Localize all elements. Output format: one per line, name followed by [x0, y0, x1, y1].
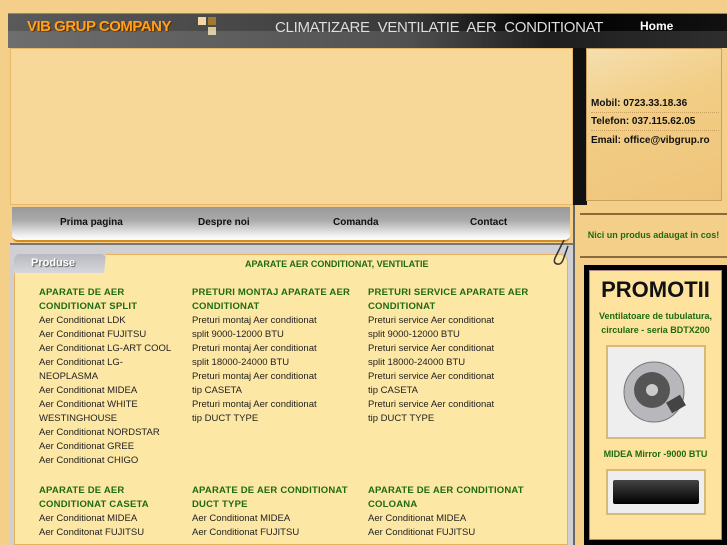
section-caseta: APARATE DE AER CONDITIONAT CASETA Aer Co… [39, 484, 194, 540]
fan-product-image[interactable] [605, 345, 706, 439]
section-coloana: APARATE DE AER CONDITIONAT COLOANA Aer C… [368, 484, 528, 540]
product-link[interactable]: Aer Conditionat FUJITSU [368, 526, 528, 540]
product-link[interactable]: Aer Conditionat MIDEA [39, 384, 191, 398]
home-link[interactable]: Home [640, 19, 673, 33]
product-link[interactable]: Preturi montaj Aer conditionat tip DUCT … [192, 398, 322, 426]
ac-product-image[interactable] [605, 469, 706, 515]
product-link[interactable]: Preturi service Aer conditionat tip CASE… [368, 370, 498, 398]
panel-title: APARATE AER CONDITIONAT, VENTILATIE [245, 259, 429, 269]
product-link[interactable]: Preturi montaj Aer conditionat split 180… [192, 342, 322, 370]
product-link[interactable]: Preturi montaj Aer conditionat tip CASET… [192, 370, 322, 398]
product-link[interactable]: Aer Conditionat MIDEA [368, 512, 528, 526]
main-nav: Prima pagina Despre noi Comanda Contact [12, 207, 570, 242]
product-link[interactable]: Aer Conditionat FUJITSU [39, 328, 191, 342]
logo[interactable]: VIB GRUP COMPANY [27, 18, 171, 35]
contact-telefon: Telefon: 037.115.62.05 [591, 116, 719, 131]
ac-unit-icon [612, 480, 699, 504]
fan-icon [623, 361, 686, 423]
promo-box: PROMOTII Ventilatoare de tubulatura, cir… [584, 265, 727, 545]
product-link[interactable]: Aer Conditionat WHITE WESTINGHOUSE [39, 398, 149, 426]
section-duct: APARATE DE AER CONDITIONAT DUCT TYPE Aer… [192, 484, 352, 540]
section-heading[interactable]: PRETURI SERVICE APARATE AER CONDITIONAT [368, 286, 533, 314]
section-split: APARATE DE AER CONDITIONAT SPLIT Aer Con… [39, 286, 191, 468]
section-montaj: PRETURI MONTAJ APARATE AER CONDITIONAT P… [192, 286, 352, 426]
nav-comanda[interactable]: Comanda [333, 217, 379, 228]
product-link[interactable]: Aer Conditionat LG-NEOPLASMA [39, 356, 149, 384]
section-heading[interactable]: APARATE DE AER CONDITIONAT CASETA [39, 484, 194, 512]
product-link[interactable]: Aer Conditionat MIDEA [39, 512, 194, 526]
product-link[interactable]: Aer Conditionat CHIGO [39, 454, 191, 468]
product-link[interactable]: Aer Conditionat MIDEA [192, 512, 352, 526]
promo-item-1[interactable]: Ventilatoare de tubulatura, circulare - … [598, 309, 713, 337]
contact-email[interactable]: Email: office@vibgrup.ro [591, 135, 719, 149]
product-link[interactable]: Aer Conditionat LDK [39, 314, 191, 328]
nav-contact[interactable]: Contact [470, 217, 507, 228]
products-tab[interactable]: Produse [14, 254, 106, 274]
product-link[interactable]: Preturi service Aer conditionat split 18… [368, 342, 498, 370]
section-heading[interactable]: PRETURI MONTAJ APARATE AER CONDITIONAT [192, 286, 352, 314]
cart-status: Nici un produs adaugat in cos! [580, 213, 727, 258]
section-heading[interactable]: APARATE DE AER CONDITIONAT COLOANA [368, 484, 528, 512]
banner [10, 48, 573, 205]
logo-squares-icon [198, 17, 222, 37]
nav-prima-pagina[interactable]: Prima pagina [60, 217, 123, 228]
tagline: CLIMATIZARE VENTILATIE AER CONDITIONAT [275, 19, 604, 36]
product-link[interactable]: Preturi service Aer conditionat tip DUCT… [368, 398, 498, 426]
product-link[interactable]: Preturi service Aer conditionat split 90… [368, 314, 498, 342]
product-link[interactable]: Aer Conditonat FUJITSU [39, 526, 194, 540]
paperclip-icon [553, 239, 569, 265]
product-link[interactable]: Aer Conditionat LG-ART COOL [39, 342, 191, 356]
product-link[interactable]: Aer Conditionat NORDSTAR [39, 426, 191, 440]
promo-item-2[interactable]: MIDEA Mirror -9000 BTU [590, 447, 721, 461]
nav-despre-noi[interactable]: Despre noi [198, 217, 250, 228]
product-link[interactable]: Preturi montaj Aer conditionat split 900… [192, 314, 322, 342]
section-heading[interactable]: APARATE DE AER CONDITIONAT SPLIT [39, 286, 191, 314]
divider [573, 48, 587, 205]
product-link[interactable]: Aer Conditionat GREE [39, 440, 191, 454]
section-service: PRETURI SERVICE APARATE AER CONDITIONAT … [368, 286, 533, 426]
contact-box: Mobil: 0723.33.18.36 Telefon: 037.115.62… [586, 48, 722, 201]
section-heading[interactable]: APARATE DE AER CONDITIONAT DUCT TYPE [192, 484, 352, 512]
header-bar: VIB GRUP COMPANY CLIMATIZARE VENTILATIE … [8, 13, 727, 49]
contact-mobil: Mobil: 0723.33.18.36 [591, 98, 719, 113]
product-link[interactable]: Aer Conditionat FUJITSU [192, 526, 352, 540]
promo-title: PROMOTII [601, 277, 710, 302]
